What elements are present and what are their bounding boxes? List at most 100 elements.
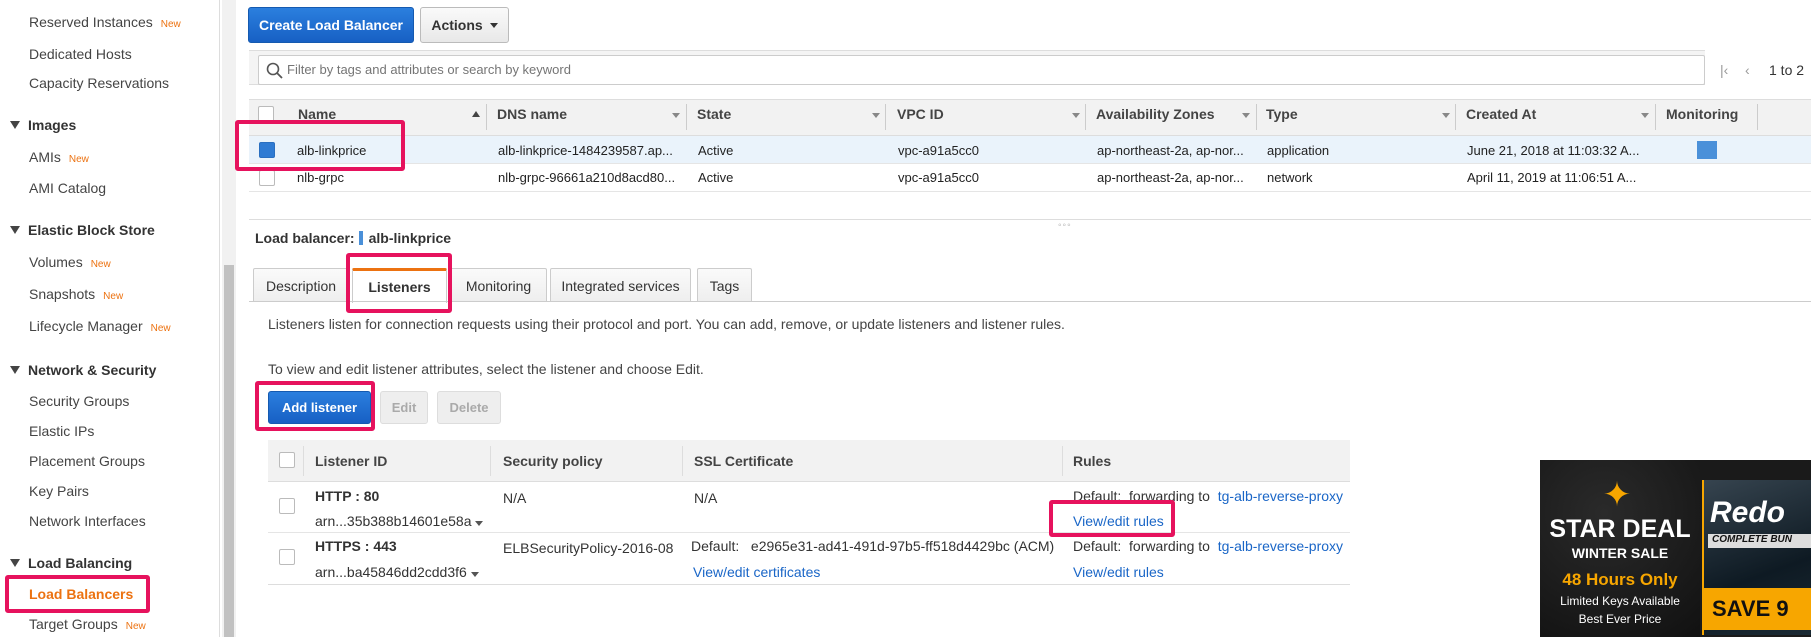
sidebar-item-dedicated-hosts[interactable]: Dedicated Hosts (29, 46, 132, 62)
target-group-link[interactable]: tg-alb-reverse-proxy (1218, 488, 1343, 504)
column-header-created-at[interactable]: Created At (1466, 106, 1536, 122)
cell-az: ap-northeast-2a, ap-nor... (1097, 143, 1244, 158)
column-separator[interactable] (1085, 104, 1086, 130)
column-header-availability-zones[interactable]: Availability Zones (1096, 106, 1215, 122)
star-icon: ✦ (1602, 476, 1632, 514)
new-badge: New (68, 154, 89, 165)
column-separator[interactable] (1757, 104, 1758, 130)
sidebar-item-placement-groups[interactable]: Placement Groups (29, 453, 145, 469)
sidebar-item-volumes[interactable]: Volumes New (29, 254, 111, 270)
column-separator[interactable] (1455, 104, 1456, 130)
sidebar-item-capacity-reservations[interactable]: Capacity Reservations (29, 75, 169, 91)
listener-row-checkbox[interactable] (279, 549, 295, 565)
table-row[interactable]: alb-linkprice alb-linkprice-1484239587.a… (249, 136, 1811, 164)
sidebar-item-network-interfaces[interactable]: Network Interfaces (29, 513, 146, 529)
view-edit-certificates-link[interactable]: View/edit certificates (693, 564, 820, 580)
sidebar-item-label: Elastic IPs (29, 423, 95, 439)
column-header-vpc-id[interactable]: VPC ID (897, 106, 944, 122)
sidebar-scrollbar[interactable] (222, 0, 236, 637)
column-separator[interactable] (1256, 104, 1257, 130)
ad-game-subtitle: COMPLETE BUN (1708, 534, 1811, 548)
sort-icon[interactable] (1072, 113, 1080, 118)
new-badge: New (150, 323, 171, 334)
ad-duration: 48 Hours Only (1562, 570, 1678, 589)
search-input[interactable] (287, 56, 1687, 82)
sidebar-item-amis[interactable]: AMIs New (29, 149, 89, 165)
tab-integrated-services[interactable]: Integrated services (550, 268, 691, 302)
sidebar: Reserved Instances New Dedicated Hosts Ca… (0, 0, 220, 637)
sidebar-item-label: Network Interfaces (29, 513, 146, 529)
tab-monitoring[interactable]: Monitoring (450, 268, 547, 302)
cell-az: ap-northeast-2a, ap-nor... (1097, 170, 1244, 185)
column-separator[interactable] (885, 104, 886, 130)
sidebar-item-snapshots[interactable]: Snapshots New (29, 286, 123, 302)
ad-game-title: Redo (1710, 496, 1785, 529)
sidebar-group-network-security[interactable]: Network & Security (10, 362, 156, 378)
actions-button[interactable]: Actions (420, 7, 509, 43)
cell-name: nlb-grpc (297, 170, 344, 185)
sidebar-item-ami-catalog[interactable]: AMI Catalog (29, 180, 106, 196)
sidebar-item-label: Dedicated Hosts (29, 46, 132, 62)
cell-vpc: vpc-a91a5cc0 (898, 170, 979, 185)
sort-icon[interactable] (1442, 113, 1450, 118)
pane-divider[interactable] (249, 219, 1811, 220)
cell-dns: nlb-grpc-96661a210d8acd80... (498, 170, 676, 185)
sort-icon[interactable] (672, 113, 680, 118)
tab-label: Tags (709, 277, 740, 294)
label-text: Load balancer: (255, 230, 355, 246)
sidebar-item-label: Target Groups (29, 616, 118, 632)
sort-icon[interactable] (1641, 113, 1649, 118)
tab-tags[interactable]: Tags (697, 268, 752, 302)
sort-icon[interactable] (872, 113, 880, 118)
sidebar-item-label: Lifecycle Manager (29, 318, 143, 334)
search-field[interactable] (258, 55, 1705, 85)
listener-arn-text: arn...ba45846dd2cdd3f6 (315, 564, 467, 580)
sidebar-item-security-groups[interactable]: Security Groups (29, 393, 129, 409)
sidebar-group-images[interactable]: Images (10, 117, 76, 133)
sidebar-item-lifecycle-manager[interactable]: Lifecycle Manager New (29, 318, 171, 334)
tab-baseline (249, 301, 1811, 302)
column-header-dns[interactable]: DNS name (497, 106, 567, 122)
sidebar-group-load-balancing[interactable]: Load Balancing (10, 555, 132, 571)
table-row[interactable]: nlb-grpc nlb-grpc-96661a210d8acd80... Ac… (249, 164, 1811, 192)
column-header-monitoring[interactable]: Monitoring (1666, 106, 1738, 122)
edit-button[interactable]: Edit (380, 391, 428, 424)
column-header-listener-id: Listener ID (315, 453, 388, 469)
scrollbar-thumb[interactable] (224, 265, 234, 637)
sidebar-item-label: Capacity Reservations (29, 75, 170, 91)
column-separator (490, 446, 491, 476)
sidebar-item-key-pairs[interactable]: Key Pairs (29, 483, 89, 499)
sidebar-item-target-groups[interactable]: Target Groups New (29, 616, 146, 632)
listener-arn[interactable]: arn...35b388b14601e58a (315, 513, 484, 529)
sidebar-group-elastic-block-store[interactable]: Elastic Block Store (10, 222, 155, 238)
highlight-load-balancers (5, 575, 150, 613)
listener-arn[interactable]: arn...ba45846dd2cdd3f6 (315, 564, 479, 580)
resize-grip-icon[interactable]: ◦◦◦ (1058, 220, 1072, 231)
security-policy: N/A (503, 490, 527, 506)
sidebar-item-elastic-ips[interactable]: Elastic IPs (29, 423, 94, 439)
column-separator[interactable] (686, 104, 687, 130)
advertisement-banner[interactable]: ✦ STAR DEAL WINTER SALE 48 Hours Only Li… (1540, 460, 1811, 637)
target-group-link[interactable]: tg-alb-reverse-proxy (1218, 538, 1343, 554)
cell-vpc: vpc-a91a5cc0 (898, 143, 979, 158)
view-edit-rules-link[interactable]: View/edit rules (1073, 564, 1164, 580)
column-separator[interactable] (486, 104, 487, 130)
column-separator[interactable] (1655, 104, 1656, 130)
search-icon (266, 62, 283, 79)
column-header-type[interactable]: Type (1266, 106, 1298, 122)
previous-page-icon[interactable]: ‹ (1745, 62, 1750, 78)
sort-ascending-icon[interactable] (472, 111, 480, 117)
first-page-icon[interactable]: |‹ (1720, 62, 1728, 78)
sort-icon[interactable] (1242, 113, 1250, 118)
select-all-listeners-checkbox[interactable] (279, 452, 295, 468)
ssl-certificate: N/A (694, 490, 718, 506)
ad-headline: STAR DEAL (1549, 515, 1691, 543)
column-header-state[interactable]: State (697, 106, 731, 122)
tab-description[interactable]: Description (253, 268, 349, 302)
delete-button[interactable]: Delete (437, 391, 501, 424)
create-load-balancer-button[interactable]: Create Load Balancer (248, 7, 414, 43)
sidebar-item-reserved-instances[interactable]: Reserved Instances New (29, 14, 181, 30)
sidebar-item-label: Reserved Instances (29, 14, 153, 30)
row-checkbox[interactable] (259, 170, 275, 186)
listener-row-checkbox[interactable] (279, 498, 295, 514)
